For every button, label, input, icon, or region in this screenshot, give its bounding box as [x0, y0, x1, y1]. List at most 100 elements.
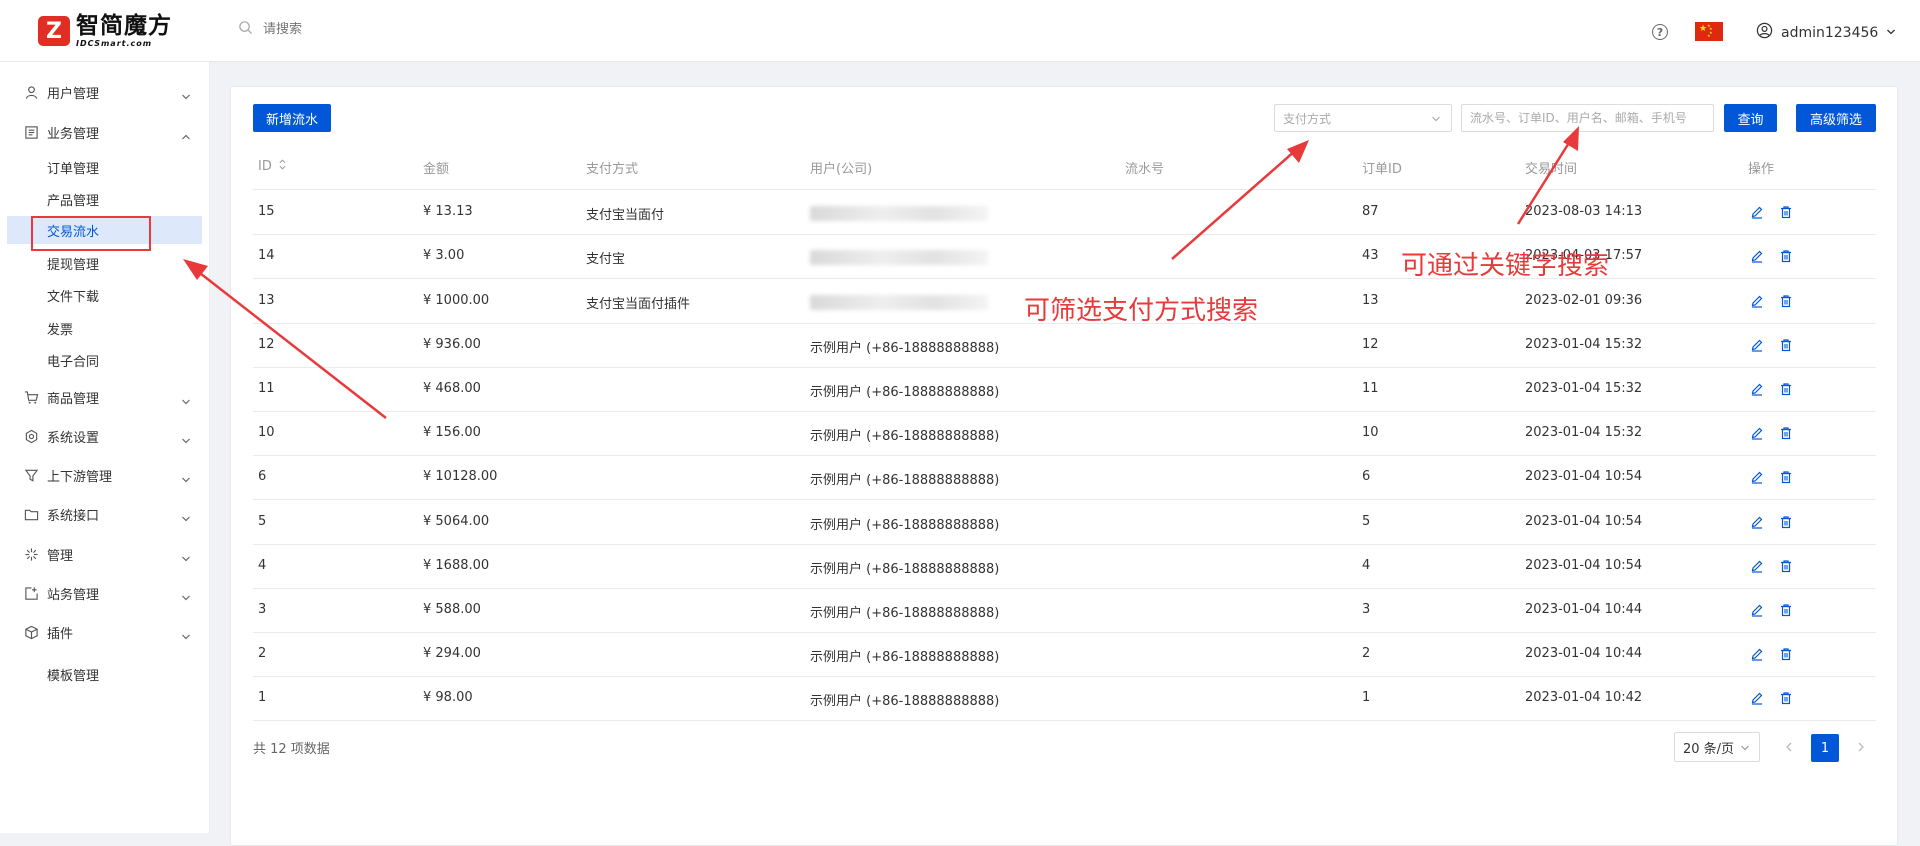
- delete-icon[interactable]: [1779, 470, 1793, 484]
- sidebar-item-plugins[interactable]: 插件: [0, 618, 210, 646]
- table-divider: [253, 455, 1876, 457]
- cell-user: 示例用户 (+86-18888888888): [810, 473, 1000, 489]
- highlight-box: [31, 216, 151, 251]
- sidebar-item-upstream[interactable]: 上下游管理: [0, 461, 210, 489]
- edit-icon[interactable]: [1750, 559, 1764, 573]
- edit-icon[interactable]: [1750, 470, 1764, 484]
- delete-icon[interactable]: [1779, 515, 1793, 529]
- cell-amount: ¥ 294.00: [423, 646, 481, 662]
- sidebar-item-templates[interactable]: 模板管理: [0, 660, 210, 688]
- delete-icon[interactable]: [1779, 205, 1793, 219]
- sidebar-item-manage[interactable]: 管理: [0, 540, 210, 568]
- cell-order-id: 43: [1362, 248, 1379, 264]
- col-header-order-id: 订单ID: [1362, 162, 1402, 177]
- cell-amount: ¥ 13.13: [423, 204, 473, 220]
- sidebar-item-label: 上下游管理: [47, 469, 113, 485]
- edit-icon[interactable]: [1750, 515, 1764, 529]
- keyword-search-input[interactable]: [1461, 104, 1714, 132]
- edit-icon[interactable]: [1750, 647, 1764, 661]
- sidebar-item-orders[interactable]: 订单管理: [0, 153, 210, 181]
- table-divider: [253, 499, 1876, 501]
- edit-icon[interactable]: [1750, 426, 1764, 440]
- col-header-id[interactable]: ID: [258, 158, 286, 175]
- sidebar-item-goods[interactable]: 商品管理: [0, 383, 210, 411]
- delete-icon[interactable]: [1779, 382, 1793, 396]
- list-icon: [23, 124, 39, 140]
- sidebar-item-system-api[interactable]: 系统接口: [0, 500, 210, 528]
- delete-icon[interactable]: [1779, 338, 1793, 352]
- cell-pay-method: 支付宝当面付: [586, 208, 665, 224]
- search-input[interactable]: [263, 22, 463, 37]
- cell-id: 3: [258, 601, 267, 617]
- edit-icon[interactable]: [1750, 294, 1764, 308]
- add-transaction-button[interactable]: 新增流水: [253, 104, 331, 132]
- cell-user: 示例用户 (+86-18888888888): [810, 340, 1000, 356]
- cell-pay-method: 支付宝: [586, 252, 626, 268]
- delete-icon[interactable]: [1779, 603, 1793, 617]
- cell-id: 4: [258, 557, 267, 573]
- payment-method-select[interactable]: 支付方式: [1274, 104, 1452, 132]
- cart-icon: [23, 389, 39, 405]
- edit-icon[interactable]: [1750, 338, 1764, 352]
- chevron-down-icon: [1878, 25, 1904, 41]
- cell-time: 2023-01-04 10:54: [1525, 469, 1643, 485]
- sidebar-item-label: 管理: [47, 548, 74, 564]
- redacted-user: [810, 250, 988, 266]
- cell-amount: ¥ 588.00: [423, 601, 481, 617]
- sidebar-item-label: 系统接口: [47, 508, 100, 524]
- delete-icon[interactable]: [1779, 294, 1793, 308]
- sidebar-item-system-settings[interactable]: 系统设置: [0, 422, 210, 450]
- sidebar-item-site[interactable]: 站务管理: [0, 579, 210, 607]
- cell-amount: ¥ 98.00: [423, 690, 473, 706]
- sidebar-item-withdrawals[interactable]: 提现管理: [0, 249, 210, 277]
- cell-amount: ¥ 1688.00: [423, 557, 490, 573]
- table-divider: [253, 543, 1876, 545]
- user-menu[interactable]: admin123456: [1756, 22, 1904, 43]
- sidebar-item-business[interactable]: 业务管理: [0, 118, 210, 146]
- delete-icon[interactable]: [1779, 647, 1793, 661]
- cell-user: 示例用户 (+86-18888888888): [810, 650, 1000, 666]
- cell-order-id: 13: [1362, 292, 1379, 308]
- edit-icon[interactable]: [1750, 249, 1764, 263]
- cell-user: 示例用户 (+86-18888888888): [810, 429, 1000, 445]
- sort-icon[interactable]: [279, 158, 286, 175]
- cell-id: 12: [258, 336, 275, 352]
- cell-id: 1: [258, 690, 267, 706]
- cell-id: 2: [258, 646, 267, 662]
- help-icon[interactable]: ?: [1652, 24, 1668, 40]
- prev-page-icon[interactable]: [1783, 740, 1795, 754]
- delete-icon[interactable]: [1779, 559, 1793, 573]
- sidebar-item-invoices[interactable]: 发票: [0, 314, 210, 342]
- delete-icon[interactable]: [1779, 426, 1793, 440]
- sidebar-item-label: 电子合同: [47, 354, 100, 370]
- delete-icon[interactable]: [1779, 249, 1793, 263]
- redacted-user: [810, 294, 988, 310]
- sidebar-item-users[interactable]: 用户管理: [0, 78, 210, 106]
- sidebar-item-label: 插件: [47, 626, 74, 642]
- cell-id: 5: [258, 513, 267, 529]
- cell-order-id: 1: [1362, 690, 1371, 706]
- query-button[interactable]: 查询: [1724, 104, 1777, 132]
- edit-icon[interactable]: [1750, 603, 1764, 617]
- china-flag-icon[interactable]: ★ ★ ★ ★ ★: [1695, 22, 1723, 41]
- sidebar-item-downloads[interactable]: 文件下载: [0, 281, 210, 309]
- sidebar-item-contracts[interactable]: 电子合同: [0, 346, 210, 374]
- edit-icon[interactable]: [1750, 691, 1764, 705]
- sidebar-item-products[interactable]: 产品管理: [0, 185, 210, 213]
- page-size-select[interactable]: 20 条/页: [1674, 732, 1760, 762]
- table-divider: [253, 411, 1876, 412]
- edit-icon[interactable]: [1750, 382, 1764, 396]
- sidebar-item-label: 用户管理: [47, 86, 100, 102]
- sidebar-item-label: 业务管理: [47, 126, 100, 142]
- delete-icon[interactable]: [1779, 691, 1793, 705]
- edit-icon[interactable]: [1750, 205, 1764, 219]
- table-divider: [253, 189, 1876, 190]
- payment-method-placeholder: 支付方式: [1283, 111, 1332, 126]
- global-search[interactable]: [238, 20, 463, 39]
- next-page-icon[interactable]: [1855, 740, 1867, 754]
- logo-subtitle: IDCSmart.com: [76, 38, 153, 48]
- page-button-current[interactable]: 1: [1811, 734, 1839, 762]
- cell-id: 14: [258, 248, 275, 264]
- advanced-filter-button[interactable]: 高级筛选: [1796, 104, 1876, 132]
- logo[interactable]: Z 智简魔方 IDCSmart.com: [38, 14, 172, 48]
